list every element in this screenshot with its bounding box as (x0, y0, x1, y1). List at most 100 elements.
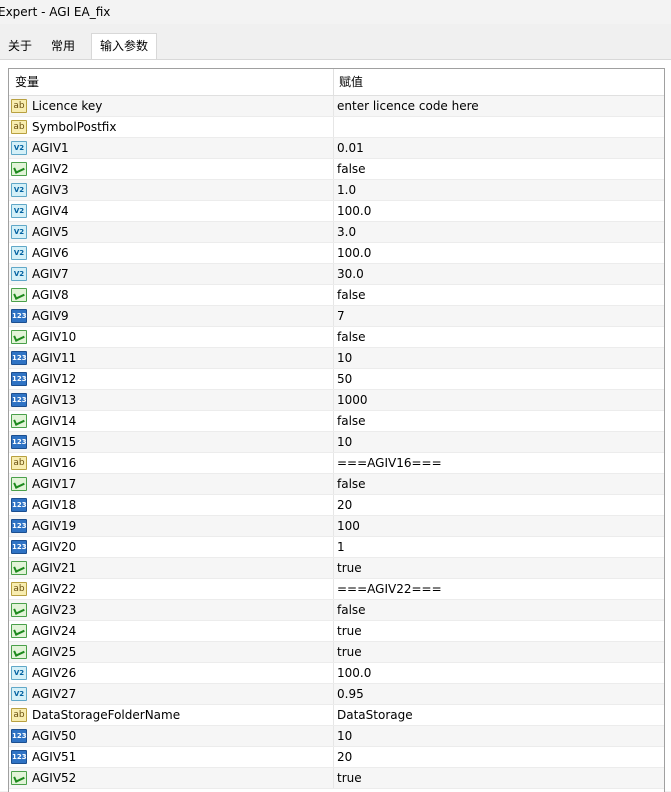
value-cell[interactable]: true (334, 768, 664, 788)
column-header-value[interactable]: 赋值 (334, 69, 664, 95)
value-cell[interactable]: false (334, 285, 664, 305)
value-cell[interactable]: true (334, 558, 664, 578)
table-row[interactable]: 123 AGIV11 10 (9, 348, 664, 369)
table-row[interactable]: ab SymbolPostfix (9, 117, 664, 138)
variable-cell: 123 AGIV12 (9, 369, 334, 389)
table-row[interactable]: V2 AGIV26 100.0 (9, 663, 664, 684)
table-row[interactable]: 123 AGIV13 1000 (9, 390, 664, 411)
table-row[interactable]: 123 AGIV12 50 (9, 369, 664, 390)
table-row[interactable]: 123 AGIV9 7 (9, 306, 664, 327)
variable-name: AGIV50 (32, 729, 77, 743)
value-cell[interactable]: 100.0 (334, 201, 664, 221)
variable-name: AGIV17 (32, 477, 77, 491)
value-cell[interactable]: 1 (334, 537, 664, 557)
tab-input-parameters[interactable]: 输入参数 (91, 33, 158, 60)
variable-cell: 123 AGIV15 (9, 432, 334, 452)
table-row[interactable]: AGIV52 true (9, 768, 664, 789)
value-cell[interactable]: false (334, 327, 664, 347)
table-row[interactable]: AGIV2 false (9, 159, 664, 180)
bool-icon (11, 414, 27, 428)
value-cell[interactable]: 30.0 (334, 264, 664, 284)
table-row[interactable]: 123 AGIV20 1 (9, 537, 664, 558)
variable-name: AGIV14 (32, 414, 77, 428)
value-cell[interactable] (334, 117, 664, 137)
window-title: Expert - AGI EA_fix (0, 5, 111, 19)
value-cell[interactable]: false (334, 474, 664, 494)
value-cell[interactable]: DataStorage (334, 705, 664, 725)
table-row[interactable]: AGIV17 false (9, 474, 664, 495)
value-cell[interactable]: ===AGIV16=== (334, 453, 664, 473)
column-header-variable[interactable]: 变量 (9, 69, 334, 95)
value-cell[interactable]: enter licence code here (334, 96, 664, 116)
value-cell[interactable]: 10 (334, 726, 664, 746)
value-cell[interactable]: 3.0 (334, 222, 664, 242)
grid-header: 变量 赋值 (9, 69, 664, 96)
variable-cell: 123 AGIV9 (9, 306, 334, 326)
value-cell[interactable]: true (334, 642, 664, 662)
table-row[interactable]: 123 AGIV15 10 (9, 432, 664, 453)
table-row[interactable]: V2 AGIV4 100.0 (9, 201, 664, 222)
table-row[interactable]: AGIV14 false (9, 411, 664, 432)
value-cell[interactable]: true (334, 621, 664, 641)
table-row[interactable]: 123 AGIV19 100 (9, 516, 664, 537)
variable-name: AGIV11 (32, 351, 77, 365)
variable-cell: AGIV2 (9, 159, 334, 179)
parameters-grid: 变量 赋值 ab Licence key enter licence code he… (8, 68, 665, 792)
variable-name: AGIV25 (32, 645, 77, 659)
string-icon: ab (11, 99, 27, 113)
variable-cell: AGIV8 (9, 285, 334, 305)
value-cell[interactable]: 20 (334, 495, 664, 515)
variable-cell: ab SymbolPostfix (9, 117, 334, 137)
value-cell[interactable]: 100.0 (334, 663, 664, 683)
variable-name: AGIV8 (32, 288, 69, 302)
variable-name: AGIV18 (32, 498, 77, 512)
value-cell[interactable]: 100 (334, 516, 664, 536)
value-cell[interactable]: 20 (334, 747, 664, 767)
table-row[interactable]: AGIV25 true (9, 642, 664, 663)
value-cell[interactable]: 1000 (334, 390, 664, 410)
value-cell[interactable]: 50 (334, 369, 664, 389)
table-row[interactable]: ab AGIV16 ===AGIV16=== (9, 453, 664, 474)
variable-cell: ab AGIV22 (9, 579, 334, 599)
table-row[interactable]: 123 AGIV50 10 (9, 726, 664, 747)
variable-name: AGIV23 (32, 603, 77, 617)
table-row[interactable]: AGIV23 false (9, 600, 664, 621)
value-cell[interactable]: ===AGIV22=== (334, 579, 664, 599)
variable-cell: 123 AGIV18 (9, 495, 334, 515)
variable-name: AGIV9 (32, 309, 69, 323)
table-row[interactable]: ab AGIV22 ===AGIV22=== (9, 579, 664, 600)
table-row[interactable]: V2 AGIV5 3.0 (9, 222, 664, 243)
value-cell[interactable]: 10 (334, 432, 664, 452)
integer-icon: 123 (11, 309, 27, 323)
table-row[interactable]: V2 AGIV27 0.95 (9, 684, 664, 705)
value-cell[interactable]: 1.0 (334, 180, 664, 200)
table-row[interactable]: V2 AGIV3 1.0 (9, 180, 664, 201)
value-cell[interactable]: false (334, 159, 664, 179)
value-cell[interactable]: false (334, 600, 664, 620)
variable-name: AGIV3 (32, 183, 69, 197)
table-row[interactable]: V2 AGIV7 30.0 (9, 264, 664, 285)
tab-common[interactable]: 常用 (43, 34, 83, 59)
variable-name: AGIV26 (32, 666, 77, 680)
table-row[interactable]: ab DataStorageFolderName DataStorage (9, 705, 664, 726)
value-cell[interactable]: 0.01 (334, 138, 664, 158)
table-row[interactable]: 123 AGIV18 20 (9, 495, 664, 516)
table-row[interactable]: AGIV10 false (9, 327, 664, 348)
value-cell[interactable]: 7 (334, 306, 664, 326)
table-row[interactable]: 123 AGIV51 20 (9, 747, 664, 768)
value-cell[interactable]: 0.95 (334, 684, 664, 704)
variable-cell: 123 AGIV19 (9, 516, 334, 536)
table-row[interactable]: V2 AGIV6 100.0 (9, 243, 664, 264)
table-row[interactable]: ab Licence key enter licence code here (9, 96, 664, 117)
table-row[interactable]: AGIV8 false (9, 285, 664, 306)
value-cell[interactable]: 10 (334, 348, 664, 368)
tab-about[interactable]: 关于 (0, 34, 40, 59)
table-row[interactable]: AGIV24 true (9, 621, 664, 642)
value-cell[interactable]: 100.0 (334, 243, 664, 263)
bool-icon (11, 330, 27, 344)
variable-name: AGIV24 (32, 624, 77, 638)
value-cell[interactable]: false (334, 411, 664, 431)
table-row[interactable]: AGIV21 true (9, 558, 664, 579)
variable-cell: 123 AGIV50 (9, 726, 334, 746)
table-row[interactable]: V2 AGIV1 0.01 (9, 138, 664, 159)
